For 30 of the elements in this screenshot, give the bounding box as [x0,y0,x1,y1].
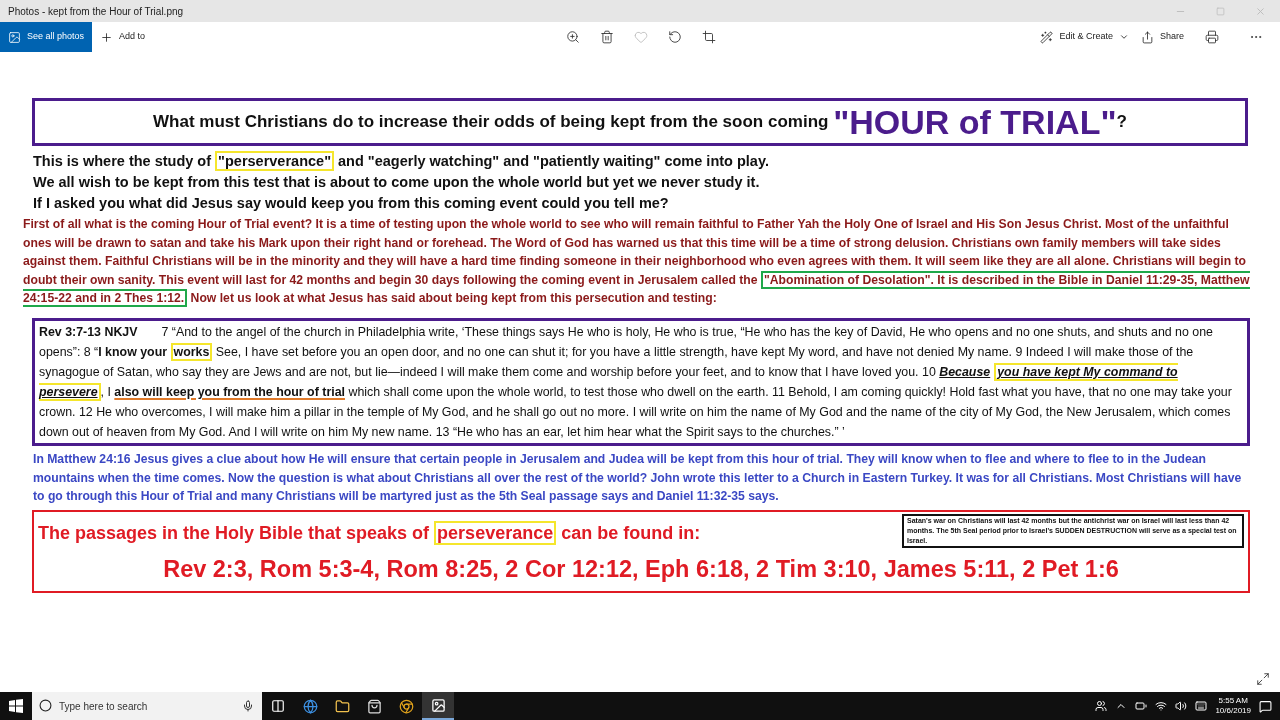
people-icon[interactable] [1095,700,1108,712]
share-icon [1140,30,1154,44]
caret-icon [1118,32,1129,42]
intro-line: This is where the study of "perserverance" and "eagerly watching" and "patiently waiting" come into play. [33,151,770,172]
battery-icon[interactable] [1135,700,1148,712]
passages-list: Rev 2:3, Rom 5:3-4, Rom 8:25, 2 Cor 12:12, Eph 6:18, 2 Tim 3:10, James 5:11, 2 Pet 1:6 [34,551,1248,587]
add-to-button[interactable]: Add to [92,22,154,52]
share-button[interactable]: Share [1140,30,1184,44]
intro-line: We all wish to be kept from this test that is about to come upon the whole world but yet we never study it. [33,173,761,192]
clock-date[interactable]: 10/6/2019 [1215,706,1251,716]
volume-icon[interactable] [1175,700,1188,712]
image-icon [8,30,21,44]
plus-icon [100,30,114,44]
see-all-photos-button[interactable]: See all photos [0,22,93,52]
photos-app-icon[interactable] [422,692,454,720]
keyboard-icon[interactable] [1195,700,1208,712]
explanation-paragraph: First of all what is the coming Hour of Trial event? It is a time of testing upon the whole world to see who will remain faithful to Father Yah the Holy One of Israel and His Son Jesus Christ. Most of the unfaithful ones will be drawn to satan and take his Mark upon their right hand or forehead. The Word of God has warned us that this time will be a time of strong delusion. Christians own family members will take sides against them. Faithful Christians will be in the minority and they will have a hard time finding someone in their neighborhood who even agrees with them. It will seem like they are all alone. Christians will begin to doubt their own sanity. This event will last for 42 months and begin 30 days following the coming event in Jerusalem called the "Abomination of Desolation". It is described in the Bible in Daniel 11:29-35, Matthew 24:15-22 and in 2 Thes 1:12. Now let us look at what Jesus has said about being kept from this persecution and testing: [23,216,1251,308]
scripture-text: Rev 3:7-13 NKJV 7 “And to the angel of the church in Philadelphia write, ‘These things says He who is holy, He who is true, “He who has the key of David, He who opens and no one shuts, and shuts and no one opens”: 8 “I know your works See, I have set before you an open door, and no one can shut it; for you have a little strength, have kept My word, and have not denied My name. 9 Indeed I will make those of the synagogue of Satan, who say they are Jews and are not, but lie—indeed I will make them come and worship before your feet, and to know that I have loved you. 10 Because you have kept My command to persevere , I also will keep you from the hour of trial which shall come upon the whole world, to test those who dwell on the earth. 11 Behold, I am coming quickly! Hold fast what you have, that no one may take your crown. 12 He who overcomes, I will make him a pillar in the temple of My God, and he shall go out no more. I will write on him the name of My God and the name of the city of My God, the New Jerusalem, which comes down out of heaven from My God. And I will write on him My new name. 13 “He who has an ear, let him hear what the Spirit says to the churches.” ’ [39,323,1233,441]
commentary-paragraph: In Matthew 24:16 Jesus gives a clue about how He will ensure that certain people in Jerusalem and Judea will be kept from this hour of trial. They will know when to flee and where to flee to in the Judean mountains when the time comes. Now the question is what about Christians all over the rest of the world? John wrote this letter to a Church in Eastern Turkey. It was for all Christians. Most Christians will have to go through this Hour of Trial and many Christians will be martyred just as the 5th Seal passage says and Daniel 11:32-35 says. [32,450,1243,506]
notification-icon[interactable] [1259,699,1272,713]
network-icon[interactable] [1155,700,1168,712]
microphone-icon[interactable] [242,700,254,712]
search-field[interactable]: Type here to search [32,692,262,720]
wand-icon [1040,30,1054,44]
clock-time[interactable]: 5:55 AM [1218,696,1248,706]
expand-icon[interactable] [1256,672,1270,686]
window-title: Photos - kept from the Hour of Trial.png [8,4,185,19]
edit-create-button[interactable]: Edit & Create [1040,30,1129,44]
search-icon [39,699,52,712]
intro-line: If I asked you what did Jesus say would keep you from this coming event could you tell me? [33,194,670,213]
